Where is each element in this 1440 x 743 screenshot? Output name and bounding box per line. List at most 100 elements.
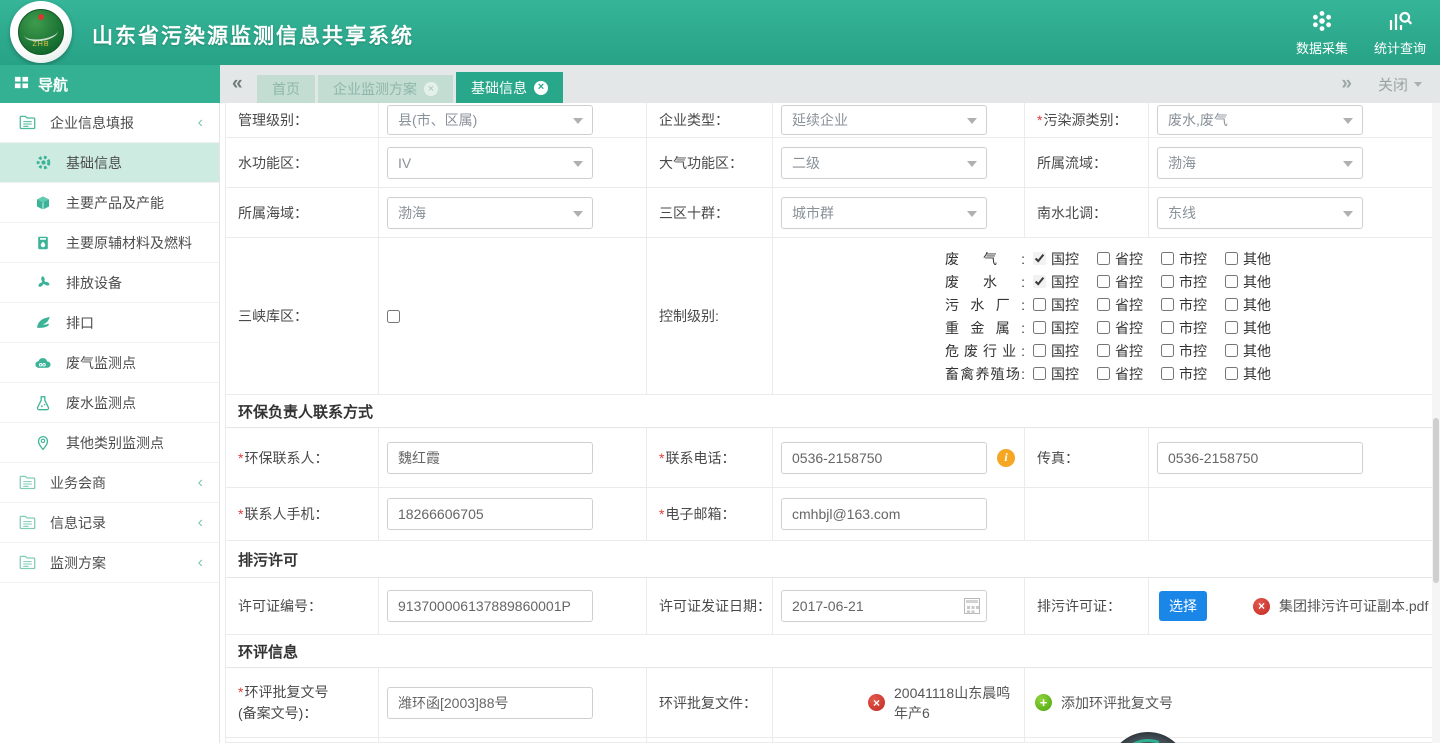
header-actions: 数据采集 统计查询 xyxy=(1296,8,1426,57)
sidebar-item-basic-info[interactable]: 基础信息 xyxy=(0,143,219,183)
tab-enterprise-plan[interactable]: 企业监测方案 × xyxy=(318,75,453,103)
sidebar-item-water-monitoring-points[interactable]: 废水监测点 xyxy=(0,383,219,423)
permit-number-input[interactable] xyxy=(387,590,593,622)
basin-select[interactable]: 渤海 xyxy=(1157,147,1363,179)
calendar-icon[interactable] xyxy=(964,598,980,614)
close-menu-button[interactable]: 关闭 xyxy=(1378,65,1422,103)
delete-file-icon[interactable]: × xyxy=(868,694,885,711)
control-level-checkbox[interactable] xyxy=(1033,298,1046,311)
control-level-checkbox[interactable] xyxy=(1097,367,1110,380)
control-level-checkbox[interactable] xyxy=(1033,367,1046,380)
sidebar-item-emission-equipment[interactable]: 排放设备 xyxy=(0,263,219,303)
sea-area-select[interactable]: 渤海 xyxy=(387,197,593,229)
three-zones-ten-clusters-select[interactable]: 城市群 xyxy=(781,197,987,229)
permit-date-input[interactable] xyxy=(781,590,987,622)
control-level-checkbox[interactable] xyxy=(1161,298,1174,311)
control-level-checkbox[interactable] xyxy=(1097,298,1110,311)
add-eia-doc-button[interactable]: + 添加环评批复文号 xyxy=(1024,668,1433,737)
control-level-checkbox[interactable] xyxy=(1161,344,1174,357)
plus-icon: + xyxy=(1035,694,1052,711)
sidebar-item-raw-materials-fuel[interactable]: 主要原辅材料及燃料 xyxy=(0,223,219,263)
scrollbar-thumb[interactable] xyxy=(1433,418,1439,583)
control-level-checkbox[interactable] xyxy=(1161,275,1174,288)
water-function-zone-label: 水功能区： xyxy=(226,138,378,187)
bar-chart-search-icon xyxy=(1387,8,1413,34)
eia-doc-input[interactable] xyxy=(387,687,593,719)
checkbox-label: 其他 xyxy=(1243,272,1271,292)
control-level-checkbox[interactable] xyxy=(1225,367,1238,380)
sidebar-group-business-consult[interactable]: 业务会商 ‹ xyxy=(0,463,219,503)
contact-phone-label: *联系电话： xyxy=(646,428,772,487)
chevron-left-icon: ‹ xyxy=(198,474,203,492)
sidebar-group-monitoring-plans[interactable]: 监测方案 ‹ xyxy=(0,543,219,583)
tab-basic-info[interactable]: 基础信息 × xyxy=(456,72,563,103)
page-title: 山东省污染源监测信息共享系统 xyxy=(92,20,414,50)
permit-file-name[interactable]: 集团排污许可证副本.pdf xyxy=(1279,596,1428,616)
fax-input[interactable] xyxy=(1157,442,1363,474)
tab-close-icon[interactable]: × xyxy=(534,81,548,95)
management-level-select[interactable]: 县(市、区属) xyxy=(387,105,593,135)
checkbox-label: 省控 xyxy=(1115,364,1143,384)
control-level-checkbox[interactable] xyxy=(1097,275,1110,288)
sanxia-checkbox[interactable] xyxy=(387,310,400,323)
cube-icon xyxy=(34,194,52,212)
email-input[interactable] xyxy=(781,498,987,530)
control-row-label: 废水: xyxy=(945,272,1025,292)
scrollbar-track[interactable] xyxy=(1432,103,1440,743)
checkbox-label: 国控 xyxy=(1051,341,1079,361)
main-content: 管理级别： 县(市、区属) 企业类型： 延续企业 *污染源类别： 废水,废气 水… xyxy=(220,103,1440,743)
control-level-checkbox[interactable] xyxy=(1225,252,1238,265)
control-level-checkbox[interactable] xyxy=(1033,321,1046,334)
control-level-checkbox[interactable] xyxy=(1097,344,1110,357)
control-level-checkbox[interactable] xyxy=(1161,321,1174,334)
pollution-source-type-select[interactable]: 废水,废气 xyxy=(1157,105,1363,135)
air-function-zone-select[interactable]: 二级 xyxy=(781,147,987,179)
dots-cluster-icon xyxy=(1309,8,1335,34)
mobile-input[interactable] xyxy=(387,498,593,530)
control-level-label: 控制级别: xyxy=(646,238,772,394)
contact-phone-input[interactable] xyxy=(781,442,987,474)
folder-icon xyxy=(18,514,36,532)
stats-query-button[interactable]: 统计查询 xyxy=(1374,8,1426,57)
enterprise-type-select[interactable]: 延续企业 xyxy=(781,105,987,135)
control-level-checkbox[interactable] xyxy=(1225,321,1238,334)
eia-file-name[interactable]: 20041118山东晨鸣年产6 xyxy=(894,683,1024,723)
control-level-checkbox[interactable] xyxy=(1033,275,1046,288)
tab-home-label: 首页 xyxy=(272,79,300,99)
checkbox-label: 其他 xyxy=(1243,249,1271,269)
south-north-water-label: 南水北调： xyxy=(1024,188,1148,237)
tab-close-icon[interactable]: × xyxy=(424,82,438,96)
checkbox-label: 其他 xyxy=(1243,341,1271,361)
info-icon[interactable]: i xyxy=(997,449,1015,467)
sidebar-item-outlet[interactable]: 排口 xyxy=(0,303,219,343)
permit-choose-button[interactable]: 选择 xyxy=(1159,591,1207,621)
control-level-checkbox[interactable] xyxy=(1225,344,1238,357)
control-level-checkbox[interactable] xyxy=(1033,252,1046,265)
contact-person-label: *环保联系人： xyxy=(226,428,378,487)
control-level-checkbox[interactable] xyxy=(1161,367,1174,380)
sidebar-title: 导航 xyxy=(38,74,68,95)
tabs-scroll-left-button[interactable]: « xyxy=(232,65,243,103)
chevron-left-icon: ‹ xyxy=(198,554,203,572)
flask-icon xyxy=(34,394,52,412)
delete-file-icon[interactable]: × xyxy=(1253,598,1270,615)
sidebar-item-other-monitoring-points[interactable]: 其他类别监测点 xyxy=(0,423,219,463)
outfall-icon xyxy=(34,314,52,332)
control-level-checkbox[interactable] xyxy=(1225,275,1238,288)
control-level-checkbox[interactable] xyxy=(1097,321,1110,334)
contact-person-input[interactable] xyxy=(387,442,593,474)
sidebar-group-company-info[interactable]: 企业信息填报 ‹ xyxy=(0,103,219,143)
tab-home[interactable]: 首页 xyxy=(257,75,315,103)
control-level-checkbox[interactable] xyxy=(1161,252,1174,265)
section-header-contact: 环保负责人联系方式 xyxy=(226,395,1433,428)
sidebar-group-info-records[interactable]: 信息记录 ‹ xyxy=(0,503,219,543)
control-level-checkbox[interactable] xyxy=(1097,252,1110,265)
control-level-checkbox[interactable] xyxy=(1225,298,1238,311)
tabs-scroll-right-button[interactable]: » xyxy=(1341,65,1352,103)
data-collect-button[interactable]: 数据采集 xyxy=(1296,8,1348,57)
south-north-water-select[interactable]: 东线 xyxy=(1157,197,1363,229)
sidebar-item-gas-monitoring-points[interactable]: 废气监测点 xyxy=(0,343,219,383)
sidebar-item-products-capacity[interactable]: 主要产品及产能 xyxy=(0,183,219,223)
water-function-zone-select[interactable]: IV xyxy=(387,147,593,179)
control-level-checkbox[interactable] xyxy=(1033,344,1046,357)
